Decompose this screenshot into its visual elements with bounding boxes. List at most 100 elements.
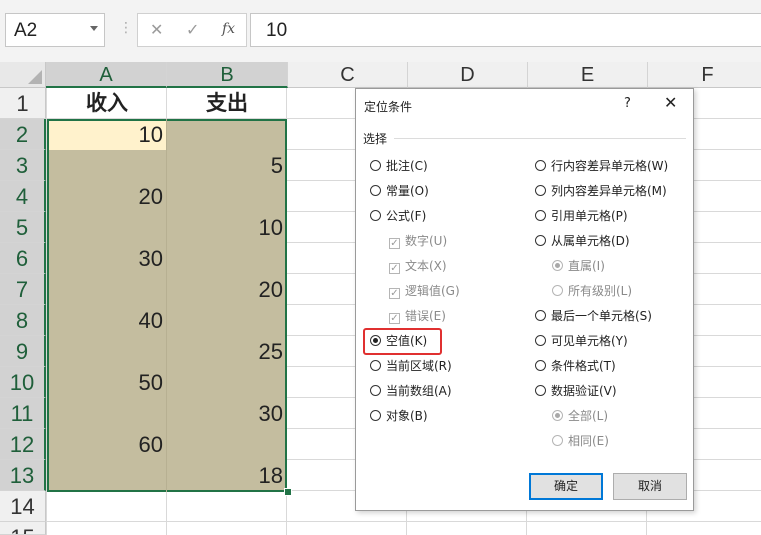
option-objects[interactable]: 对象(B) [370,407,428,425]
checkmark-icon[interactable]: ✓ [389,313,400,324]
option-label: 错误(E) [405,309,446,323]
row-header[interactable]: 10 [0,367,46,398]
cancel-icon[interactable]: ✕ [150,20,163,39]
cell-a6[interactable]: 30 [47,243,163,274]
checkmark-icon[interactable]: ✓ [389,238,400,249]
option-all-levels[interactable]: 所有级别(L) [552,282,632,300]
option-direct-only[interactable]: 直属(I) [552,257,605,275]
row-header[interactable]: 6 [0,243,46,274]
option-label: 常量(O) [386,184,429,198]
radio-icon[interactable] [535,210,546,221]
cell-a2[interactable]: 10 [47,119,163,150]
cancel-button[interactable]: 取消 [613,473,687,500]
name-box[interactable]: A2 [5,13,105,47]
option-current-array[interactable]: 当前数组(A) [370,382,452,400]
option-current-region[interactable]: 当前区域(R) [370,357,452,375]
row-header[interactable]: 14 [0,491,46,522]
option-formulas[interactable]: 公式(F) [370,207,426,225]
column-header-b[interactable]: B [167,62,288,88]
cell-a8[interactable]: 40 [47,305,163,336]
group-divider [394,138,686,139]
column-header-f[interactable]: F [648,62,761,88]
column-header-a[interactable]: A [46,62,167,88]
option-comments[interactable]: 批注(C) [370,157,428,175]
row-header[interactable]: 7 [0,274,46,305]
ok-button[interactable]: 确定 [529,473,603,500]
row-header[interactable]: 2 [0,119,46,150]
row-header[interactable]: 12 [0,429,46,460]
row-header[interactable]: 3 [0,150,46,181]
radio-icon[interactable] [535,335,546,346]
radio-icon[interactable] [370,410,381,421]
help-button[interactable]: ? [624,96,631,111]
radio-icon[interactable] [535,160,546,171]
cell-b1[interactable]: 支出 [167,88,287,119]
option-constants[interactable]: 常量(O) [370,182,429,200]
drag-handle-icon[interactable]: ⋮ [119,20,133,36]
cell-b3[interactable]: 5 [167,150,283,181]
select-all-button[interactable] [0,62,46,88]
column-header-d[interactable]: D [408,62,528,88]
cell-a4[interactable]: 20 [47,181,163,212]
option-dependents[interactable]: 从属单元格(D) [535,232,630,250]
column-header-e[interactable]: E [528,62,648,88]
enter-icon[interactable]: ✓ [186,20,199,39]
radio-selected-icon[interactable] [552,260,563,271]
checkbox-errors[interactable]: ✓ 错误(E) [389,307,446,325]
radio-icon[interactable] [370,160,381,171]
formula-bar: A2 ⋮ ✕ ✓ fx 10 [0,0,761,62]
radio-icon[interactable] [370,385,381,396]
chevron-down-icon[interactable] [90,26,98,31]
go-to-special-dialog: 定位条件 ? ✕ 选择 批注(C) 常量(O) 公式(F) ✓ 数字(U) ✓ 文本… [355,88,694,511]
close-button[interactable]: ✕ [664,93,677,112]
cell-b11[interactable]: 30 [167,398,283,429]
radio-icon[interactable] [535,185,546,196]
cell-b9[interactable]: 25 [167,336,283,367]
radio-icon[interactable] [535,385,546,396]
cell-a10[interactable]: 50 [47,367,163,398]
checkmark-icon[interactable]: ✓ [389,263,400,274]
option-validation-all[interactable]: 全部(L) [552,407,608,425]
row-header[interactable]: 9 [0,336,46,367]
radio-icon[interactable] [370,185,381,196]
column-header-c[interactable]: C [288,62,408,88]
row-header[interactable]: 15 [0,522,46,535]
row-header[interactable]: 13 [0,460,46,491]
radio-icon[interactable] [535,360,546,371]
checkbox-numbers[interactable]: ✓ 数字(U) [389,232,447,250]
checkbox-logicals[interactable]: ✓ 逻辑值(G) [389,282,460,300]
row-header[interactable]: 5 [0,212,46,243]
radio-selected-icon[interactable] [552,410,563,421]
formula-input[interactable]: 10 [250,13,761,47]
row-header[interactable]: 8 [0,305,46,336]
option-precedents[interactable]: 引用单元格(P) [535,207,628,225]
radio-icon[interactable] [370,360,381,371]
radio-icon[interactable] [552,285,563,296]
checkmark-icon[interactable]: ✓ [389,288,400,299]
option-conditional-formats[interactable]: 条件格式(T) [535,357,616,375]
highlight-box [363,328,442,355]
cell-b13[interactable]: 18 [167,460,283,491]
select-group-label: 选择 [363,132,388,146]
option-validation-same[interactable]: 相同(E) [552,432,609,450]
row-header[interactable]: 11 [0,398,46,429]
option-label: 对象(B) [386,409,428,423]
radio-icon[interactable] [535,235,546,246]
radio-icon[interactable] [370,210,381,221]
cell-a1[interactable]: 收入 [47,88,167,119]
option-last-cell[interactable]: 最后一个单元格(S) [535,307,652,325]
option-column-differences[interactable]: 列内容差异单元格(M) [535,182,667,200]
fill-handle[interactable] [284,488,292,496]
radio-icon[interactable] [552,435,563,446]
option-visible-cells[interactable]: 可见单元格(Y) [535,332,628,350]
option-data-validation[interactable]: 数据验证(V) [535,382,617,400]
checkbox-text[interactable]: ✓ 文本(X) [389,257,447,275]
option-row-differences[interactable]: 行内容差异单元格(W) [535,157,668,175]
row-header[interactable]: 1 [0,88,46,119]
cell-b7[interactable]: 20 [167,274,283,305]
cell-b5[interactable]: 10 [167,212,283,243]
cell-a12[interactable]: 60 [47,429,163,460]
row-header[interactable]: 4 [0,181,46,212]
radio-icon[interactable] [535,310,546,321]
insert-function-icon[interactable]: fx [222,21,235,37]
